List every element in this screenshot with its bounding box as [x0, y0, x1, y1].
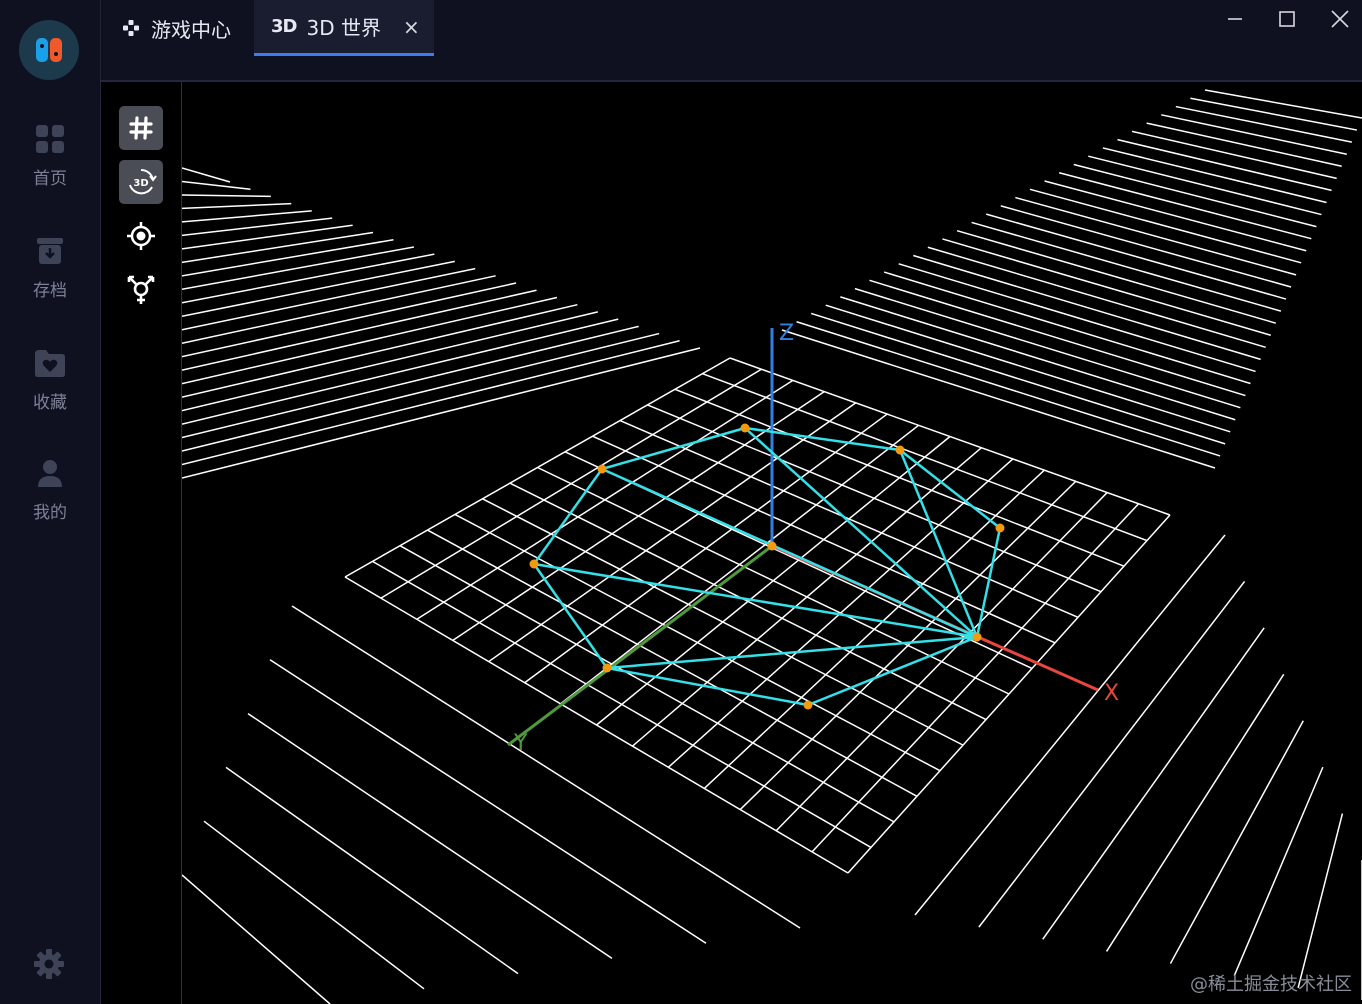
mesh-vertex: [740, 423, 750, 433]
3d-mark-icon: 3D: [271, 16, 297, 37]
watermark: @稀土掘金技术社区: [1190, 974, 1352, 995]
heart-folder-icon: [35, 350, 65, 377]
mesh-vertex: [972, 632, 982, 642]
minimize-button[interactable]: [1222, 6, 1248, 32]
app-logo[interactable]: [19, 20, 79, 80]
sidebar-item-label: 收藏: [33, 393, 67, 413]
focus-target-button[interactable]: [119, 214, 163, 258]
tab-close-button[interactable]: ×: [403, 15, 420, 39]
gamepad-icon: [123, 20, 139, 36]
archive-icon: [37, 238, 63, 264]
rotate-3d-mark: 3D: [133, 178, 148, 189]
hash-icon: [129, 116, 153, 140]
close-icon: [1331, 10, 1349, 28]
user-icon: [38, 460, 62, 487]
maximize-button[interactable]: [1274, 6, 1300, 32]
tool-strip: 3D: [101, 82, 182, 1004]
mesh-vertex: [767, 541, 777, 551]
tab-label: 3D 世界: [306, 16, 381, 40]
sidebar-item-label: 我的: [33, 503, 67, 523]
game-controller-logo-icon: [36, 38, 62, 62]
crosshair-icon: [127, 222, 155, 250]
tab-label: 游戏中心: [151, 17, 231, 42]
grid-toggle-button[interactable]: [119, 106, 163, 150]
sidebar-item-archive[interactable]: 存档: [0, 236, 100, 301]
sidebar-item-favorites[interactable]: 收藏: [0, 348, 100, 413]
sidebar-item-profile[interactable]: 我的: [0, 458, 100, 523]
mesh-vertex: [895, 445, 905, 455]
maximize-icon: [1279, 11, 1295, 27]
y-axis-label: Y: [513, 731, 528, 756]
z-axis-label: Z: [779, 321, 794, 346]
close-window-button[interactable]: [1327, 6, 1353, 32]
gear-icon: [34, 949, 64, 979]
3d-viewport[interactable]: Z X Y: [182, 82, 1362, 1004]
rotate-3d-icon: 3D: [129, 168, 157, 195]
tab-3d-world[interactable]: 3D 3D 世界 ×: [254, 0, 434, 56]
sidebar: 首页 存档 收藏 我的: [0, 0, 101, 1004]
sidebar-item-home[interactable]: 首页: [0, 124, 100, 189]
grid-icon: [36, 125, 64, 153]
mesh-vertex: [529, 559, 539, 569]
tab-bar: 游戏中心 3D 3D 世界 ×: [101, 0, 1362, 82]
mesh-vertex: [995, 523, 1005, 533]
rotate-3d-button[interactable]: 3D: [119, 160, 163, 204]
transgender-icon: [127, 275, 155, 304]
settings-button[interactable]: [33, 948, 65, 980]
minimize-icon: [1228, 18, 1242, 20]
mesh-vertex: [803, 700, 813, 710]
x-axis-label: X: [1104, 681, 1119, 706]
tab-game-center[interactable]: 游戏中心: [121, 0, 231, 56]
mesh-vertex: [602, 663, 612, 673]
sidebar-item-label: 存档: [33, 281, 67, 301]
mesh-vertex: [597, 464, 607, 474]
gender-symbol-button[interactable]: [119, 268, 163, 312]
sidebar-item-label: 首页: [33, 169, 67, 189]
